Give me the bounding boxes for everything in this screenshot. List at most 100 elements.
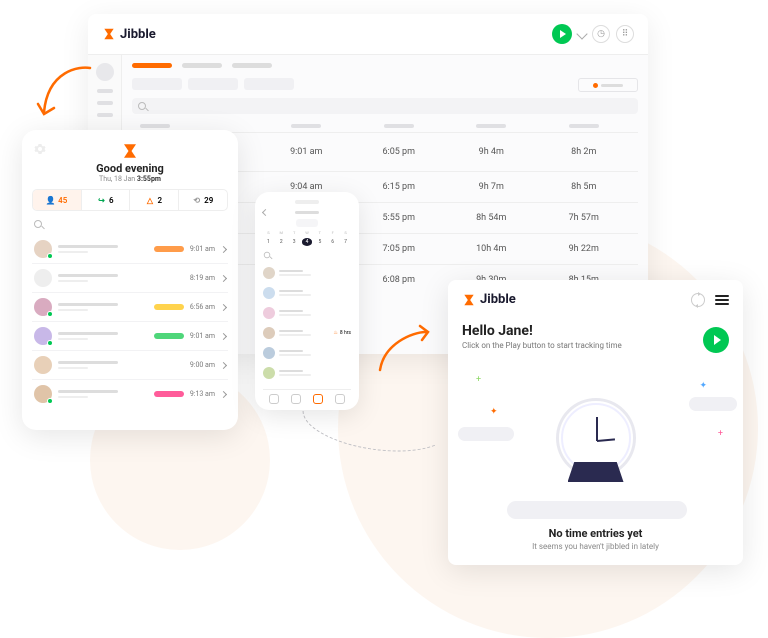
stat-break[interactable]: △ 2 <box>130 190 179 210</box>
greeting-date: Thu, 18 Jan 3:55pm <box>32 175 228 183</box>
cell-in: 9:04 am <box>260 182 353 192</box>
list-item[interactable]: 6:56 am <box>32 293 228 322</box>
gear-icon[interactable] <box>34 140 46 152</box>
refresh-icon: ⟲ <box>192 196 201 205</box>
list-item[interactable] <box>263 263 351 283</box>
logo-text: Jibble <box>480 292 516 307</box>
time-label: 9:00 am <box>190 361 215 369</box>
time-label: 9:13 am <box>190 390 215 398</box>
calendar-day[interactable]: 6 <box>327 238 338 246</box>
logo: Jibble <box>102 27 156 42</box>
chevron-right-icon <box>220 274 227 281</box>
desktop-header: Jibble ◷ ⠿ <box>88 14 648 55</box>
phone-window: S M T W T F S 1 2 3 4 5 6 7 ♨8 hrs <box>255 192 359 410</box>
list-item[interactable]: 9:01 am <box>32 235 228 264</box>
search-icon <box>34 220 42 228</box>
cell-worked: 9h 22m <box>538 244 631 254</box>
play-button[interactable] <box>703 327 729 353</box>
calendar-day[interactable]: 3 <box>289 238 300 246</box>
cell-tracked: 9h 4m <box>445 147 538 157</box>
status-badge <box>154 391 184 397</box>
cell-out: 5:55 pm <box>353 213 446 223</box>
back-icon[interactable] <box>262 209 269 216</box>
filter-pill[interactable] <box>132 78 182 90</box>
chevron-right-icon <box>220 361 227 368</box>
tab-home-icon[interactable] <box>269 394 279 404</box>
status-badge <box>154 333 184 339</box>
cell-out: 6:08 pm <box>353 275 446 285</box>
logo-mark-icon <box>121 142 139 160</box>
phone-title-placeholder <box>295 211 319 214</box>
mini-window: Jibble Hello Jane! Click on the Play but… <box>448 280 743 565</box>
empty-title: No time entries yet <box>448 527 743 540</box>
search-input[interactable] <box>132 98 638 114</box>
filter-pill[interactable] <box>244 78 294 90</box>
search-input[interactable] <box>263 250 351 260</box>
avatar <box>34 269 52 287</box>
list-item[interactable]: 9:01 am <box>32 322 228 351</box>
cell-tracked: 9h 7m <box>445 182 538 192</box>
hello-heading: Hello Jane! <box>462 323 703 339</box>
menu-icon[interactable] <box>715 295 729 305</box>
action-pill[interactable] <box>578 78 638 92</box>
list-item[interactable]: 9:13 am <box>32 380 228 408</box>
status-badge <box>154 304 184 310</box>
list-item[interactable]: ♨8 hrs <box>263 323 351 343</box>
list-item[interactable]: 9:00 am <box>32 351 228 380</box>
cell-out: 6:05 pm <box>353 147 446 157</box>
list-item[interactable] <box>263 363 351 383</box>
stat-total[interactable]: ⟲ 29 <box>179 190 228 210</box>
tab-active[interactable] <box>132 63 172 68</box>
avatar <box>34 385 52 403</box>
status-badge <box>154 246 184 252</box>
calendar-day[interactable]: 2 <box>276 238 287 246</box>
list-item[interactable]: 8:19 am <box>32 264 228 293</box>
logo-mark-icon <box>102 27 116 41</box>
cell-worked: 8h 5m <box>538 182 631 192</box>
chevron-down-icon[interactable] <box>576 28 587 39</box>
calendar-day-selected[interactable]: 4 <box>302 238 313 246</box>
apps-icon[interactable]: ⠿ <box>616 25 634 43</box>
avatar <box>34 356 52 374</box>
tablet-window: Good evening Thu, 18 Jan 3:55pm 👤 45 ↪ 6… <box>22 130 238 430</box>
chevron-right-icon <box>220 303 227 310</box>
cell-in: 9:01 am <box>260 147 353 157</box>
logo: Jibble <box>462 292 516 307</box>
filter-pill[interactable] <box>188 78 238 90</box>
time-label: 6:56 am <box>190 303 215 311</box>
fire-icon: △ <box>145 196 154 205</box>
fire-icon: ♨ <box>333 330 337 336</box>
avatar <box>34 240 52 258</box>
calendar-day[interactable]: 5 <box>314 238 325 246</box>
tab[interactable] <box>182 63 222 68</box>
calendar-day[interactable]: 7 <box>340 238 351 246</box>
list-item[interactable] <box>263 343 351 363</box>
list-item[interactable] <box>263 303 351 323</box>
greeting: Good evening <box>32 162 228 175</box>
cell-out: 7:05 pm <box>353 244 446 254</box>
stat-out[interactable]: ↪ 6 <box>82 190 131 210</box>
arrow-decorative-2 <box>370 320 440 380</box>
calendar-day[interactable]: 1 <box>263 238 274 246</box>
phone-notch <box>295 200 319 204</box>
tab-people-icon[interactable] <box>313 394 323 404</box>
tab-clock-icon[interactable] <box>291 394 301 404</box>
stat-in[interactable]: 👤 45 <box>33 190 82 210</box>
cell-worked: 8h 2m <box>538 147 631 157</box>
search-icon <box>138 102 146 110</box>
sync-icon[interactable] <box>691 293 705 307</box>
avatar <box>34 327 52 345</box>
clock-icon[interactable]: ◷ <box>592 25 610 43</box>
time-label: 9:01 am <box>190 245 215 253</box>
chevron-right-icon <box>220 390 227 397</box>
tab[interactable] <box>232 63 272 68</box>
cell-tracked: 8h 54m <box>445 213 538 223</box>
tab-shield-icon[interactable] <box>335 394 345 404</box>
stats-row: 👤 45 ↪ 6 △ 2 ⟲ 29 <box>32 189 228 211</box>
logo-text: Jibble <box>120 27 156 42</box>
list-item[interactable] <box>263 283 351 303</box>
search-input[interactable] <box>32 217 228 231</box>
play-button[interactable] <box>552 24 572 44</box>
month-badge[interactable] <box>296 219 318 227</box>
calendar-week: S M T W T F S 1 2 3 4 5 6 7 <box>263 230 351 246</box>
